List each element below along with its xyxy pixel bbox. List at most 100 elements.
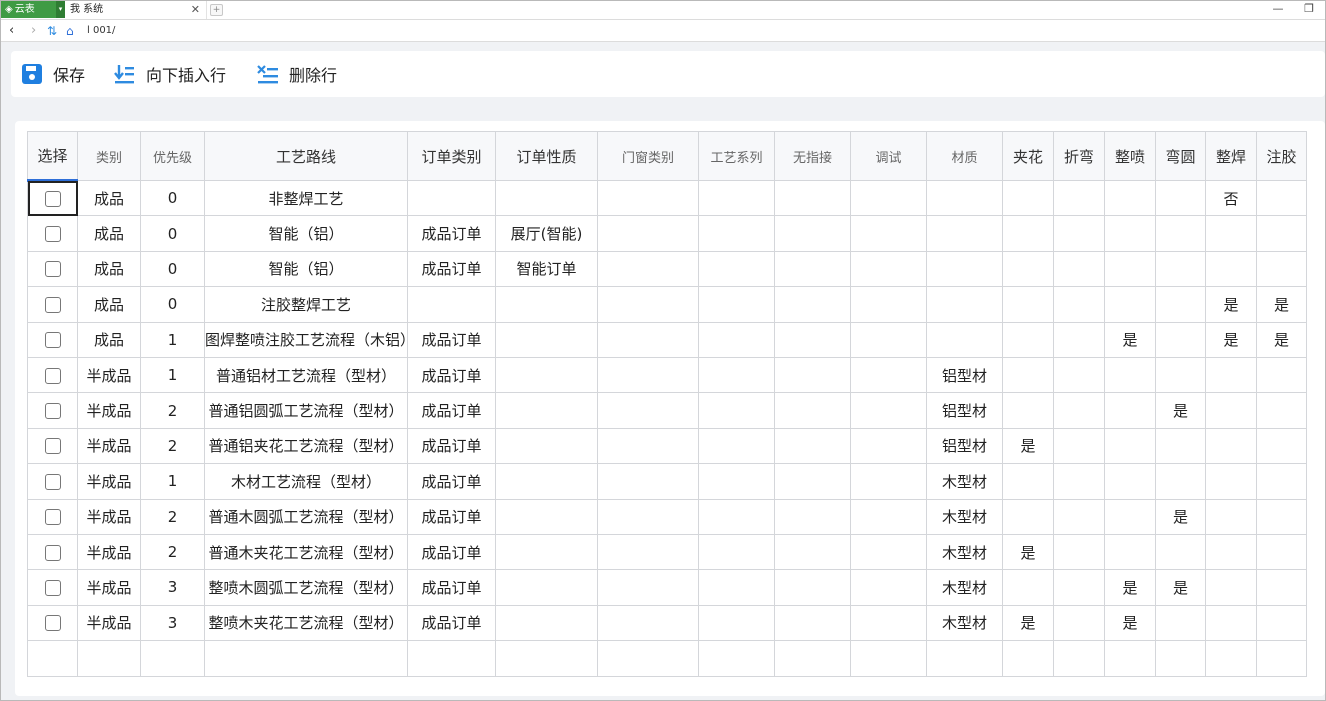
grid-cell[interactable]	[698, 569, 775, 606]
select-cell[interactable]	[27, 463, 78, 500]
grid-cell[interactable]: 成品	[77, 286, 141, 323]
grid-cell[interactable]	[850, 321, 927, 358]
grid-cell[interactable]	[774, 604, 851, 642]
grid-cell[interactable]	[1104, 215, 1156, 252]
grid-cell[interactable]	[1053, 250, 1105, 288]
grid-cell[interactable]: 非整焊工艺	[204, 179, 408, 217]
row-checkbox[interactable]	[44, 261, 61, 278]
grid-cell[interactable]: 木型材	[926, 569, 1003, 606]
select-cell[interactable]	[27, 321, 78, 358]
grid-cell[interactable]	[1053, 392, 1105, 429]
chevron-down-icon[interactable]: ▾	[56, 1, 65, 18]
grid-cell[interactable]	[495, 286, 598, 323]
grid-cell[interactable]: 是	[1155, 569, 1206, 606]
minimize-button[interactable]: —	[1269, 1, 1287, 17]
column-header[interactable]: 整喷	[1104, 131, 1156, 181]
grid-cell[interactable]	[698, 286, 775, 323]
column-header[interactable]: 订单性质	[495, 131, 598, 181]
grid-cell[interactable]	[1104, 356, 1156, 394]
grid-cell[interactable]	[495, 604, 598, 642]
grid-cell[interactable]: 成品订单	[407, 321, 496, 358]
grid-cell[interactable]	[774, 356, 851, 394]
grid-cell[interactable]	[1205, 356, 1257, 394]
grid-cell[interactable]: 是	[1155, 498, 1206, 535]
grid-cell[interactable]	[1256, 604, 1307, 642]
grid-cell[interactable]	[495, 498, 598, 535]
grid-cell[interactable]	[1205, 427, 1257, 465]
grid-cell[interactable]	[1053, 533, 1105, 571]
grid-cell[interactable]	[774, 179, 851, 217]
grid-cell[interactable]	[1256, 392, 1307, 429]
column-header[interactable]: 弯圆	[1155, 131, 1206, 181]
grid-cell[interactable]: 3	[140, 604, 205, 642]
grid-cell[interactable]	[774, 321, 851, 358]
grid-cell[interactable]	[774, 463, 851, 500]
table-row[interactable]: 半成品 3 整喷木圆弧工艺流程（型材） 成品订单 木型材 是是	[27, 569, 1307, 606]
grid-cell[interactable]	[597, 569, 699, 606]
grid-cell[interactable]: 智能订单	[495, 250, 598, 288]
row-checkbox[interactable]	[44, 191, 61, 208]
table-row[interactable]: 半成品 3 整喷木夹花工艺流程（型材） 成品订单 木型材是是	[27, 604, 1307, 642]
empty-row[interactable]	[27, 640, 1307, 678]
grid-cell[interactable]	[774, 640, 851, 678]
grid-cell[interactable]: 0	[140, 250, 205, 288]
grid-cell[interactable]: 普通木圆弧工艺流程（型材）	[204, 498, 408, 535]
select-cell[interactable]	[27, 498, 78, 535]
grid-cell[interactable]	[1256, 640, 1307, 678]
column-header[interactable]: 无指接	[774, 131, 851, 181]
column-header[interactable]: 工艺路线	[204, 131, 408, 181]
grid-cell[interactable]	[1205, 463, 1257, 500]
grid-cell[interactable]: 否	[1205, 179, 1257, 217]
table-row[interactable]: 成品 0 非整焊工艺 否	[27, 179, 1307, 217]
select-cell[interactable]	[27, 286, 78, 323]
grid-cell[interactable]: 0	[140, 179, 205, 217]
grid-cell[interactable]: 是	[1256, 286, 1307, 323]
save-button[interactable]: 保存	[21, 61, 85, 87]
grid-cell[interactable]	[698, 392, 775, 429]
grid-cell[interactable]	[1053, 321, 1105, 358]
grid-cell[interactable]	[1155, 427, 1206, 465]
grid-cell[interactable]	[926, 286, 1003, 323]
grid-cell[interactable]: 普通铝材工艺流程（型材）	[204, 356, 408, 394]
column-header[interactable]: 选择	[27, 131, 78, 182]
row-checkbox[interactable]	[44, 509, 61, 526]
grid-cell[interactable]	[597, 640, 699, 678]
grid-cell[interactable]	[774, 215, 851, 252]
grid-cell[interactable]: 是	[1256, 321, 1307, 358]
grid-cell[interactable]	[1205, 604, 1257, 642]
grid-cell[interactable]	[1256, 427, 1307, 465]
table-row[interactable]: 半成品 1 普通铝材工艺流程（型材） 成品订单 铝型材	[27, 356, 1307, 394]
column-header[interactable]: 优先级	[140, 131, 205, 181]
column-header[interactable]: 整焊	[1205, 131, 1257, 181]
grid-cell[interactable]: 半成品	[77, 463, 141, 500]
grid-cell[interactable]	[698, 463, 775, 500]
grid-cell[interactable]	[698, 604, 775, 642]
grid-cell[interactable]	[77, 640, 141, 678]
grid-cell[interactable]	[850, 427, 927, 465]
grid-cell[interactable]	[1256, 463, 1307, 500]
grid-cell[interactable]: 成品	[77, 215, 141, 252]
grid-cell[interactable]	[597, 392, 699, 429]
grid-cell[interactable]	[1053, 498, 1105, 535]
grid-cell[interactable]	[1104, 286, 1156, 323]
grid-cell[interactable]	[495, 427, 598, 465]
grid-cell[interactable]	[597, 286, 699, 323]
home-icon[interactable]: ⌂	[66, 22, 74, 40]
grid-cell[interactable]	[1053, 427, 1105, 465]
grid-cell[interactable]	[1053, 215, 1105, 252]
grid-cell[interactable]	[1104, 463, 1156, 500]
grid-cell[interactable]	[407, 179, 496, 217]
grid-cell[interactable]: 铝型材	[926, 392, 1003, 429]
grid-cell[interactable]: 智能（铝）	[204, 215, 408, 252]
grid-cell[interactable]	[1002, 640, 1054, 678]
grid-cell[interactable]: 成品订单	[407, 215, 496, 252]
grid-cell[interactable]	[597, 533, 699, 571]
grid-cell[interactable]	[1256, 179, 1307, 217]
table-row[interactable]: 成品 0 注胶整焊工艺 是是	[27, 286, 1307, 323]
grid-cell[interactable]	[850, 463, 927, 500]
grid-cell[interactable]: 2	[140, 392, 205, 429]
grid-cell[interactable]	[1256, 533, 1307, 571]
grid-cell[interactable]	[140, 640, 205, 678]
grid-cell[interactable]	[1205, 533, 1257, 571]
grid-cell[interactable]	[1256, 569, 1307, 606]
